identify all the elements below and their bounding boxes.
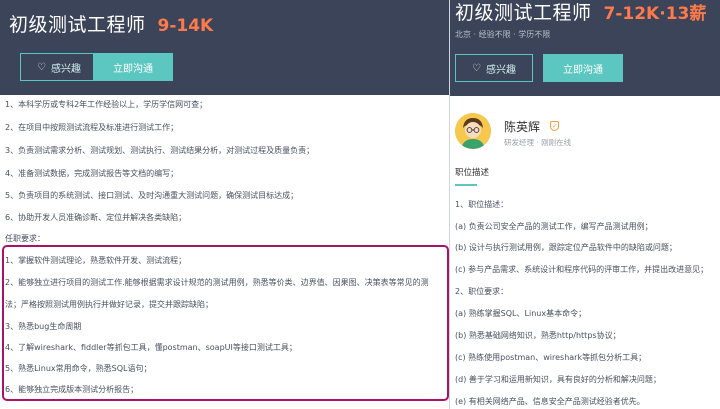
requirements-highlight-box	[2, 245, 449, 401]
desc-line: 4、准备测试数据，完成测试报告等文档的编写；	[5, 169, 179, 178]
requirements-heading: 任职要求：	[5, 234, 45, 243]
desc-line: (a) 熟练掌握SQL、Linux基本命令；	[455, 309, 587, 318]
chat-now-button[interactable]: 立即沟通	[543, 54, 623, 82]
heart-icon: ♡	[472, 62, 481, 74]
desc-line: (d) 善于学习和运用新知识，具有良好的分析和解决问题；	[455, 375, 661, 384]
job-detail-right: 初级测试工程师 7-12K·13薪 北京 · 经验不限 · 学历不限 ♡ 感兴趣…	[450, 0, 720, 409]
recruiter-name: 陈英辉	[504, 120, 541, 134]
desc-line: 2、职位要求：	[455, 287, 509, 296]
interest-button-label: 感兴趣	[485, 64, 516, 76]
desc-line: 1、职位描述：	[455, 200, 509, 209]
verified-badge-icon: ✓	[550, 121, 559, 131]
interest-button-label: 感兴趣	[50, 63, 81, 75]
job-header: 初级测试工程师 9-14K ♡ 感兴趣 立即沟通	[0, 0, 449, 95]
desc-line: 2、在项目中按照测试流程及标准进行测试工作；	[5, 123, 179, 132]
job-meta: 北京 · 经验不限 · 学历不限	[455, 30, 551, 39]
avatar-icon[interactable]	[455, 113, 491, 149]
chat-now-button-label: 立即沟通	[563, 64, 603, 76]
heart-icon: ♡	[37, 61, 46, 73]
desc-line: (c) 参与产品需求、系统设计和程序代码的评审工作，并提出改进意见；	[455, 265, 709, 274]
job-title: 初级测试工程师	[455, 2, 592, 24]
desc-line: (a) 负责公司安全产品的测试工作，编写产品测试用例；	[455, 222, 653, 231]
recruiter-role: 研发经理 · 刚刚在线	[504, 138, 572, 147]
job-title-row: 初级测试工程师 9-14K	[9, 10, 213, 37]
job-detail-left: 初级测试工程师 9-14K ♡ 感兴趣 立即沟通 1、本科学历或专科2年工作经验…	[0, 0, 449, 409]
job-header: 初级测试工程师 7-12K·13薪 北京 · 经验不限 · 学历不限 ♡ 感兴趣…	[450, 0, 720, 96]
salary: 7-12K·13薪	[603, 4, 707, 24]
desc-line: (b) 熟悉基础网络知识，熟悉http/https协议；	[455, 331, 621, 340]
desc-line: (c) 熟练使用postman、wireshark等抓包分析工具；	[455, 353, 647, 362]
section-underline	[455, 184, 477, 186]
desc-line: 5、负责项目的系统测试、接口测试、及时沟通重大测试问题，确保测试目标达成；	[5, 191, 299, 200]
desc-line: (e) 有相关网络产品、信息安全产品测试经验者优先。	[455, 397, 645, 406]
interest-button[interactable]: ♡ 感兴趣	[455, 54, 533, 82]
desc-line: 3、负责测试需求分析、测试规划、测试执行、测试结果分析，对测试过程及质量负责；	[5, 146, 315, 155]
desc-line: 1、本科学历或专科2年工作经验以上，学历学信网可查；	[5, 100, 208, 109]
job-title-row: 初级测试工程师 7-12K·13薪	[455, 0, 706, 25]
chat-now-button-label: 立即沟通	[113, 63, 153, 75]
chat-now-button[interactable]: 立即沟通	[93, 53, 173, 81]
salary: 9-14K	[157, 16, 214, 36]
interest-button[interactable]: ♡ 感兴趣	[20, 53, 98, 81]
desc-line: 6、协助开发人员准确诊断、定位并解决各类缺陷；	[5, 213, 187, 222]
section-title: 职位描述	[455, 168, 490, 178]
job-title: 初级测试工程师	[9, 14, 146, 36]
desc-line: (b) 设计与执行测试用例，跟踪定位产品软件中的缺陷或问题；	[455, 243, 677, 252]
